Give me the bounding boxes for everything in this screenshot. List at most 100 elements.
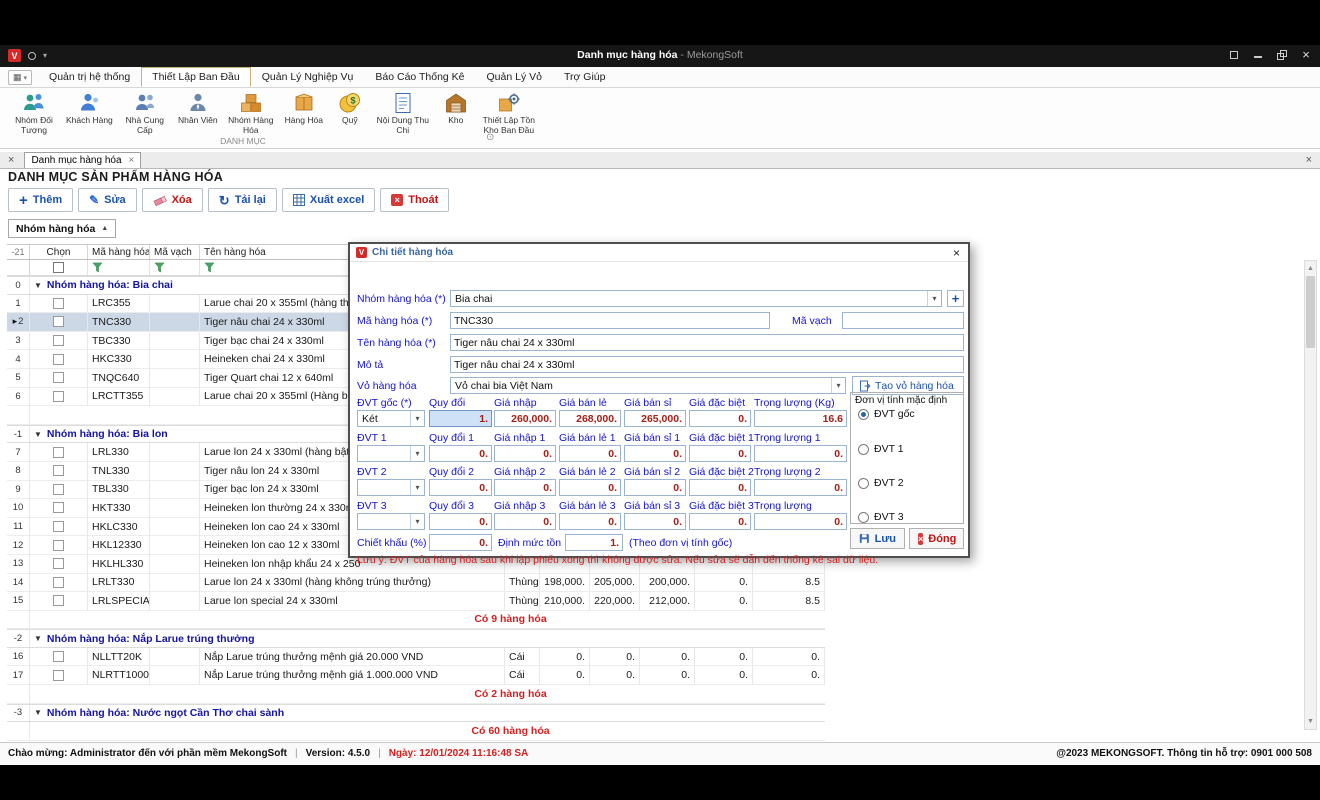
- unit-number-input[interactable]: 0.: [754, 479, 847, 496]
- reload-button[interactable]: ↻Tải lại: [208, 188, 277, 212]
- column-header-ma-hang-hoa[interactable]: Mã hàng hóa: [88, 245, 150, 259]
- group-select[interactable]: Bia chai ▾: [450, 290, 942, 307]
- minimize-icon[interactable]: [1252, 49, 1264, 61]
- menu-tab-3[interactable]: Quản Lý Nghiệp Vụ: [251, 67, 365, 87]
- add-button[interactable]: +Thêm: [8, 188, 73, 212]
- checkbox-icon[interactable]: [53, 521, 64, 532]
- row-checkbox[interactable]: [30, 332, 88, 350]
- description-input[interactable]: Tiger nâu chai 24 x 330ml: [450, 356, 964, 373]
- checkbox-icon[interactable]: [53, 484, 64, 495]
- unit-select[interactable]: ▾: [357, 513, 425, 530]
- save-button[interactable]: Lưu: [850, 528, 905, 549]
- checkbox-icon[interactable]: [53, 354, 64, 365]
- unit-number-input[interactable]: 0.: [559, 513, 621, 530]
- row-checkbox[interactable]: [30, 536, 88, 554]
- unit-number-input[interactable]: 0.: [754, 513, 847, 530]
- row-checkbox[interactable]: [30, 648, 88, 666]
- name-input[interactable]: Tiger nâu chai 24 x 330ml: [450, 334, 964, 351]
- group-filter-button[interactable]: Nhóm hàng hóa▲: [8, 219, 116, 238]
- ribbon-item-7[interactable]: $Quỹ: [327, 90, 373, 126]
- row-checkbox[interactable]: [30, 666, 88, 684]
- filter-checkbox[interactable]: [30, 260, 88, 275]
- table-row[interactable]: 15LRLSPECIAL330Larue lon special 24 x 33…: [7, 592, 825, 611]
- checkbox-icon[interactable]: [53, 540, 64, 551]
- row-checkbox[interactable]: [30, 518, 88, 536]
- menu-tab-1[interactable]: Quản trị hệ thống: [38, 67, 141, 87]
- row-checkbox[interactable]: [30, 592, 88, 610]
- unit-number-input[interactable]: 265,000.: [624, 410, 686, 427]
- scroll-up-icon[interactable]: ▲: [1305, 262, 1316, 275]
- checkbox-icon[interactable]: [53, 502, 64, 513]
- stock-norm-input[interactable]: 1.: [565, 534, 623, 551]
- unit-number-input[interactable]: 16.6: [754, 410, 847, 427]
- checkbox-icon[interactable]: [53, 262, 64, 273]
- group-row[interactable]: -3▼Nhóm hàng hóa: Nước ngọt Cần Thơ chai…: [7, 704, 825, 723]
- table-row[interactable]: 14LRLT330Larue lon 24 x 330ml (hàng khôn…: [7, 574, 825, 593]
- ribbon-item-1[interactable]: Nhóm Đối Tượng: [4, 90, 64, 136]
- ribbon-item-8[interactable]: Nội Dung Thu Chi: [373, 90, 433, 136]
- scroll-down-icon[interactable]: ▼: [1305, 715, 1316, 728]
- ribbon-item-4[interactable]: Nhân Viên: [175, 90, 221, 126]
- checkbox-icon[interactable]: [53, 447, 64, 458]
- default-unit-radio-3[interactable]: ĐVT 3: [858, 511, 904, 523]
- ribbon-item-3[interactable]: Nhà Cung Cấp: [115, 90, 175, 136]
- row-checkbox[interactable]: [30, 555, 88, 573]
- checkbox-icon[interactable]: [53, 298, 64, 309]
- row-checkbox[interactable]: [30, 481, 88, 499]
- scroll-thumb[interactable]: [1306, 276, 1315, 348]
- edit-button[interactable]: ✎Sửa: [78, 188, 136, 212]
- close-tab-right-icon[interactable]: ×: [1306, 155, 1312, 166]
- unit-number-input[interactable]: 0.: [429, 479, 492, 496]
- unit-number-input[interactable]: 0.: [689, 479, 751, 496]
- unit-number-input[interactable]: 0.: [624, 445, 686, 462]
- unit-number-input[interactable]: 0.: [689, 513, 751, 530]
- column-header-ma-vach[interactable]: Mã vạch: [150, 245, 200, 259]
- close-window-icon[interactable]: ×: [1300, 49, 1312, 61]
- ribbon-item-6[interactable]: Hàng Hóa: [281, 90, 327, 126]
- row-checkbox[interactable]: [30, 350, 88, 368]
- group-row-label[interactable]: ▼Nhóm hàng hóa: Nước ngọt Cần Thơ chai s…: [30, 705, 825, 722]
- checkbox-icon[interactable]: [53, 595, 64, 606]
- unit-number-input[interactable]: 1.: [429, 410, 492, 427]
- row-checkbox[interactable]: [30, 499, 88, 517]
- unit-number-input[interactable]: 0.: [624, 513, 686, 530]
- dialog-close-button[interactable]: × Đóng: [909, 528, 964, 549]
- row-checkbox[interactable]: [30, 462, 88, 480]
- add-group-button[interactable]: +: [947, 290, 964, 307]
- default-unit-radio-1[interactable]: ĐVT 1: [858, 443, 904, 455]
- ribbon-item-2[interactable]: Khách Hàng: [64, 90, 115, 126]
- checkbox-icon[interactable]: [53, 335, 64, 346]
- unit-number-input[interactable]: 0.: [429, 445, 492, 462]
- row-checkbox[interactable]: [30, 313, 88, 331]
- row-checkbox[interactable]: [30, 295, 88, 313]
- restore-icon[interactable]: [1276, 49, 1288, 61]
- close-all-tabs-icon[interactable]: ×: [8, 155, 14, 166]
- unit-number-input[interactable]: 0.: [689, 445, 751, 462]
- checkbox-icon[interactable]: [53, 372, 64, 383]
- checkbox-icon[interactable]: [53, 316, 64, 327]
- unit-number-input[interactable]: 0.: [559, 445, 621, 462]
- menu-tab-2[interactable]: Thiết Lập Ban Đầu: [141, 67, 251, 87]
- unit-number-input[interactable]: 0.: [494, 445, 556, 462]
- unit-number-input[interactable]: 260,000.: [494, 410, 556, 427]
- menu-tab-6[interactable]: Trợ Giúp: [553, 67, 617, 87]
- row-checkbox[interactable]: [30, 388, 88, 406]
- table-row[interactable]: 17NLRTT1000KNắp Larue trúng thưởng mệnh …: [7, 666, 825, 685]
- checkbox-icon[interactable]: [53, 558, 64, 569]
- unit-select[interactable]: Két▾: [357, 410, 425, 427]
- row-checkbox[interactable]: [30, 443, 88, 461]
- unit-select[interactable]: ▾: [357, 479, 425, 496]
- checkbox-icon[interactable]: [53, 577, 64, 588]
- table-row[interactable]: 16NLLTT20KNắp Larue trúng thưởng mệnh gi…: [7, 648, 825, 667]
- default-unit-radio-0[interactable]: ĐVT gốc: [858, 408, 915, 420]
- menu-tab-5[interactable]: Quản Lý Vỏ: [476, 67, 553, 87]
- unit-number-input[interactable]: 0.: [494, 479, 556, 496]
- vertical-scrollbar[interactable]: ▲ ▼: [1304, 260, 1317, 730]
- grid-corner[interactable]: -21: [7, 245, 30, 259]
- ribbon-item-9[interactable]: Kho: [433, 90, 479, 126]
- menu-tab-4[interactable]: Báo Cáo Thống Kê: [364, 67, 475, 87]
- checkbox-icon[interactable]: [53, 670, 64, 681]
- export-excel-button[interactable]: Xuất excel: [282, 188, 375, 212]
- unit-number-input[interactable]: 0.: [494, 513, 556, 530]
- delete-button[interactable]: Xóa: [142, 188, 203, 212]
